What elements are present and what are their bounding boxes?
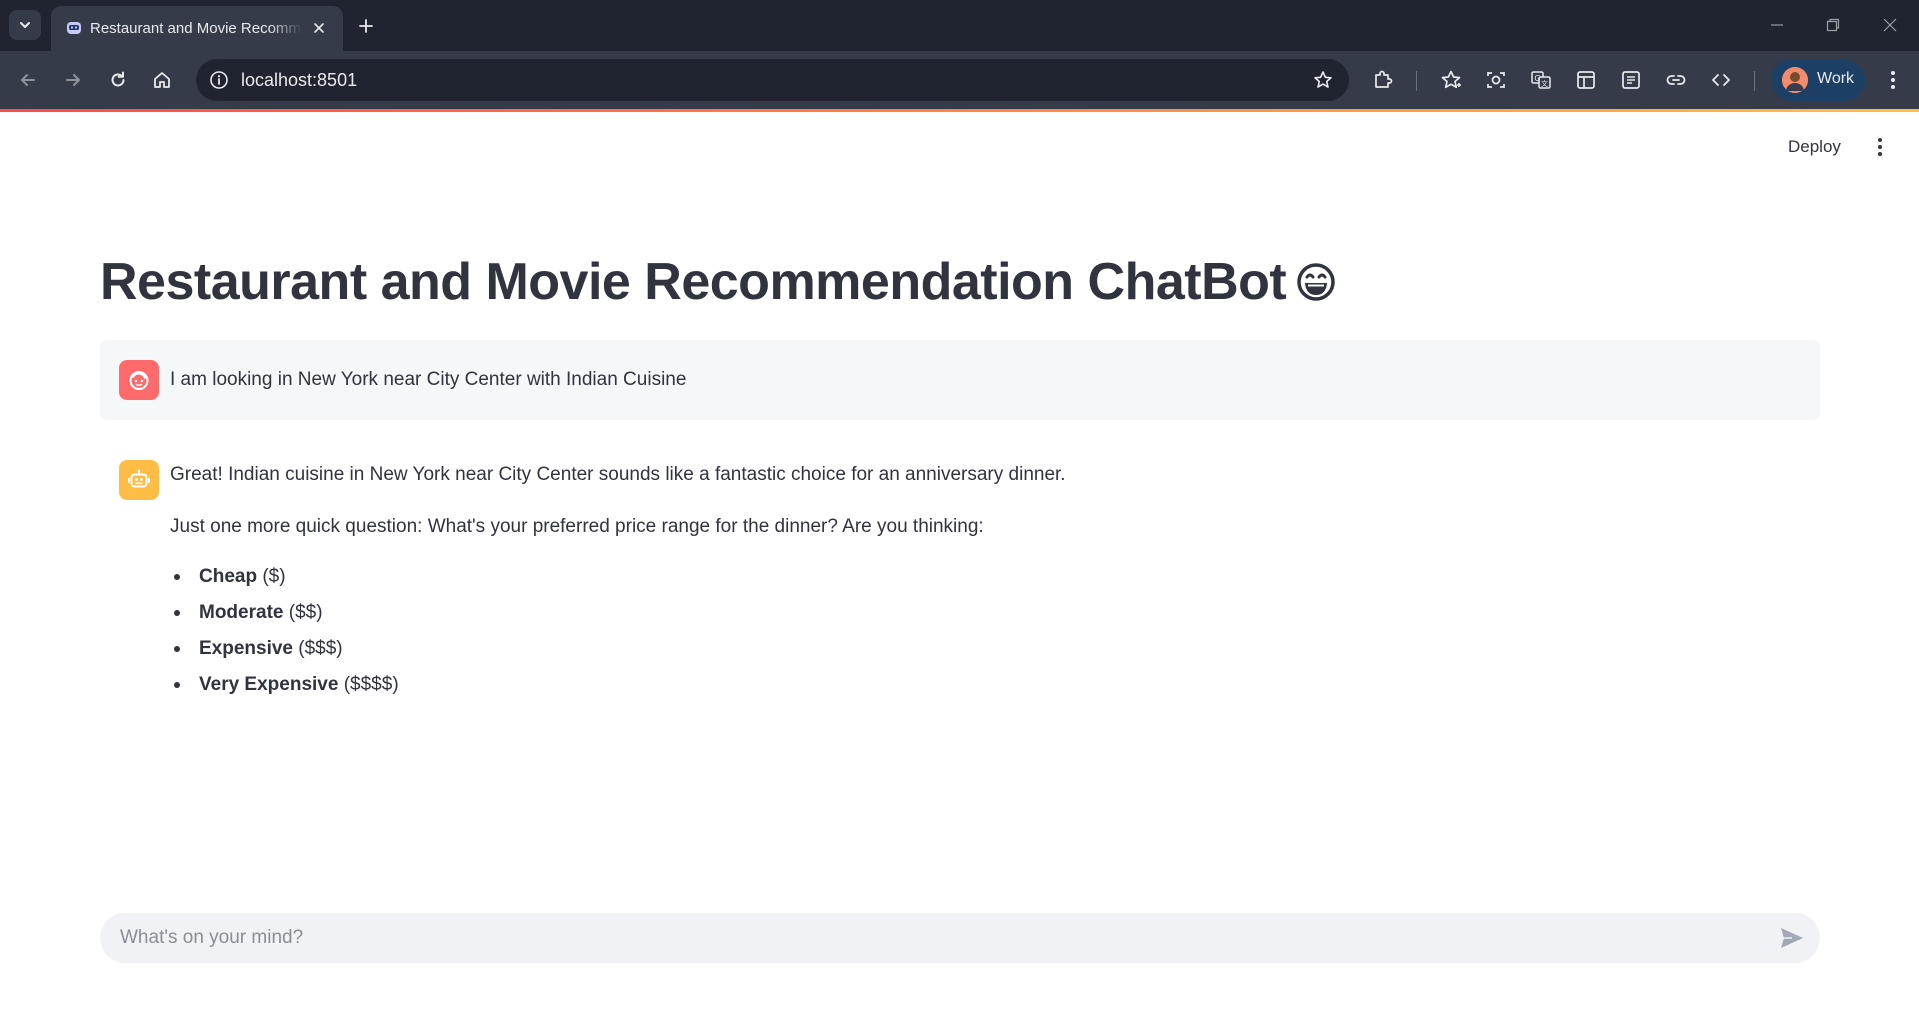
app-accent-bar	[0, 109, 1919, 112]
bookmark-star-button[interactable]	[1311, 68, 1335, 92]
window-close-icon	[1883, 18, 1897, 32]
link-icon	[1666, 75, 1686, 85]
tab-layout-button[interactable]	[1570, 64, 1602, 96]
chat-message-assistant: Great! Indian cuisine in New York near C…	[100, 440, 1820, 710]
translate-button[interactable]: G文	[1525, 64, 1557, 96]
toolbar-separator	[1754, 71, 1755, 91]
screenshot-icon	[1487, 72, 1505, 88]
chat-input[interactable]	[120, 913, 1740, 963]
bookmarks-icon	[1441, 70, 1461, 89]
minimize-button[interactable]	[1757, 11, 1797, 39]
price-option-symbol: ($$$$)	[343, 674, 399, 695]
assistant-paragraph: Just one more quick question: What's you…	[170, 516, 984, 537]
window-close-button[interactable]	[1870, 11, 1910, 39]
price-option-label: Moderate	[199, 602, 284, 623]
bookmark-star-icon	[1314, 71, 1332, 88]
copy-link-button[interactable]	[1660, 64, 1692, 96]
translate-icon: G文	[1531, 71, 1551, 89]
kebab-menu-icon	[1891, 71, 1895, 89]
tab-layout-icon	[1577, 71, 1595, 89]
restore-icon	[1826, 18, 1840, 32]
svg-text:G: G	[1534, 74, 1540, 83]
bookmarks-button[interactable]	[1435, 64, 1467, 96]
robot-icon	[128, 469, 150, 488]
send-button[interactable]	[1777, 924, 1807, 952]
address-bar[interactable]: localhost:8501	[196, 59, 1349, 101]
price-option-symbol: ($$)	[288, 602, 323, 623]
reload-icon	[111, 71, 125, 87]
app-menu-button[interactable]	[1868, 132, 1892, 162]
list-item: Very Expensive ($$$$)	[170, 671, 1770, 707]
price-range-list: Cheap ($) Moderate ($$) Expensive ($$$) …	[170, 563, 1770, 707]
chat-input-container	[100, 913, 1820, 963]
user-face-icon	[129, 371, 149, 390]
favicon-robot-icon	[67, 22, 81, 34]
price-option-symbol: ($$$)	[298, 638, 343, 659]
back-button[interactable]	[12, 64, 44, 96]
reading-list-icon	[1622, 71, 1640, 89]
home-button[interactable]	[146, 64, 178, 96]
reload-button[interactable]	[102, 64, 134, 96]
extensions-icon	[1375, 70, 1393, 88]
url-text[interactable]: localhost:8501	[241, 70, 357, 91]
price-option-label: Expensive	[199, 638, 293, 659]
page-title-text: Restaurant and Movie Recommendation Chat…	[100, 253, 1287, 311]
profile-button[interactable]: Work	[1771, 59, 1865, 101]
page-title: Restaurant and Movie Recommendation Chat…	[100, 252, 1336, 312]
browser-toolbar: localhost:8501 G文 Work	[0, 51, 1919, 109]
screenshot-button[interactable]	[1480, 64, 1512, 96]
close-icon	[314, 23, 324, 33]
home-icon	[154, 72, 170, 88]
toolbar-separator	[1416, 71, 1417, 91]
forward-button[interactable]	[57, 64, 89, 96]
assistant-paragraph: Great! Indian cuisine in New York near C…	[170, 464, 1066, 485]
tab-search-button[interactable]	[9, 10, 41, 40]
active-tab[interactable]: Restaurant and Movie Recommendation Chat…	[51, 6, 343, 51]
chat-message-user: I am looking in New York near City Cente…	[100, 340, 1820, 420]
tab-title: Restaurant and Movie Recommendation Chat…	[90, 20, 302, 37]
kebab-menu-icon	[1878, 138, 1882, 156]
grinning-face-icon	[1297, 263, 1335, 301]
list-item: Moderate ($$)	[170, 599, 1770, 635]
back-arrow-icon	[21, 74, 35, 86]
user-message-text: I am looking in New York near City Cente…	[170, 369, 687, 390]
devtools-button[interactable]	[1705, 64, 1737, 96]
price-option-symbol: ($)	[262, 566, 286, 587]
tab-close-button[interactable]	[309, 18, 329, 38]
browser-tab-strip: Restaurant and Movie Recommendation Chat…	[0, 0, 1919, 51]
code-icon	[1712, 74, 1730, 86]
profile-avatar-icon	[1782, 67, 1808, 93]
list-item: Cheap ($)	[170, 563, 1770, 599]
price-option-label: Cheap	[199, 566, 258, 587]
browser-menu-button[interactable]	[1877, 64, 1909, 96]
forward-arrow-icon	[66, 74, 80, 86]
deploy-button[interactable]: Deploy	[1780, 132, 1849, 162]
send-icon	[1781, 928, 1803, 948]
list-item: Expensive ($$$)	[170, 635, 1770, 671]
new-tab-button[interactable]	[353, 13, 379, 39]
reading-list-button[interactable]	[1615, 64, 1647, 96]
restore-button[interactable]	[1813, 11, 1853, 39]
assistant-avatar	[119, 460, 159, 500]
plus-icon	[359, 19, 373, 33]
chevron-down-icon	[20, 22, 30, 28]
assistant-message-body: Great! Indian cuisine in New York near C…	[170, 461, 1770, 707]
site-info-icon	[210, 71, 228, 89]
site-info-button[interactable]	[206, 67, 232, 93]
user-avatar	[119, 360, 159, 400]
profile-name: Work	[1817, 70, 1855, 87]
price-option-label: Very Expensive	[199, 674, 339, 695]
extensions-button[interactable]	[1367, 64, 1399, 96]
svg-text:文: 文	[1541, 79, 1548, 88]
minimize-icon	[1771, 24, 1783, 26]
